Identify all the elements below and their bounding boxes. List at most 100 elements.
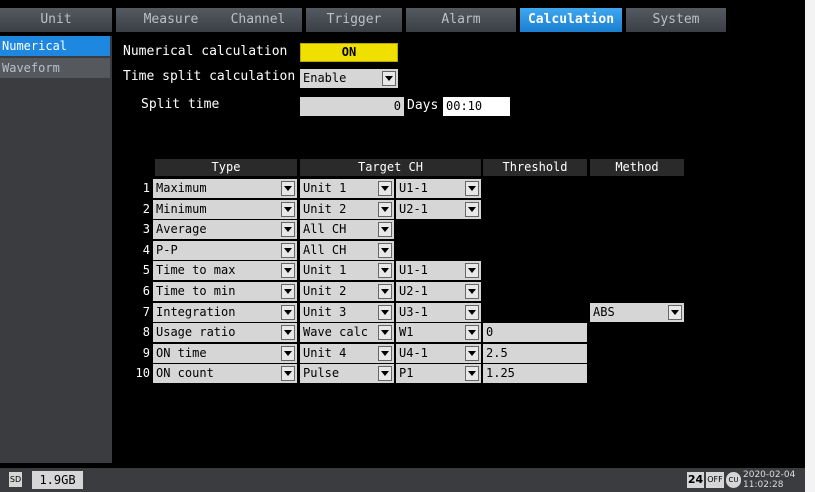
target-unit-select[interactable]: Unit 2	[300, 200, 394, 219]
row-number: 4	[142, 243, 150, 257]
dropdown-arrow-icon[interactable]	[668, 305, 682, 320]
target-unit-select[interactable]: Unit 1	[300, 261, 394, 280]
dropdown-arrow-icon[interactable]	[281, 346, 295, 361]
target-unit-select-value: Unit 2	[303, 202, 347, 216]
dropdown-arrow-icon[interactable]	[281, 325, 295, 340]
target-channel-select[interactable]: P1	[396, 364, 481, 383]
dropdown-arrow-icon[interactable]	[465, 202, 479, 217]
dropdown-arrow-icon[interactable]	[281, 222, 295, 237]
type-select[interactable]: Integration	[153, 303, 297, 322]
tab-channel[interactable]: Channel	[214, 8, 302, 32]
target-channel-select-value: U2-1	[399, 202, 428, 216]
target-unit-select-value: Pulse	[303, 366, 340, 380]
split-time-label: Split time	[141, 97, 220, 112]
dropdown-arrow-icon[interactable]	[281, 181, 295, 196]
target-unit-select[interactable]: Unit 4	[300, 344, 394, 363]
tab-unit[interactable]: Unit	[0, 8, 112, 32]
row-number: 6	[142, 284, 150, 298]
target-unit-select[interactable]: Unit 2	[300, 282, 394, 301]
type-select-value: Time to min	[156, 284, 236, 298]
dropdown-arrow-icon[interactable]	[465, 263, 479, 278]
dropdown-arrow-icon[interactable]	[465, 325, 479, 340]
type-select[interactable]: ON count	[153, 364, 297, 383]
target-unit-select[interactable]: Wave calc	[300, 323, 394, 342]
threshold-field[interactable]: 0	[483, 323, 587, 342]
type-select[interactable]: Time to max	[153, 261, 297, 280]
target-unit-select[interactable]: Unit 3	[300, 303, 394, 322]
dropdown-arrow-icon[interactable]	[465, 181, 479, 196]
dropdown-arrow-icon[interactable]	[378, 222, 392, 237]
date-text: 2020-02-04	[743, 470, 796, 480]
row-number: 1	[142, 181, 150, 195]
type-select-value: Usage ratio	[156, 325, 236, 339]
target-unit-select[interactable]: All CH	[300, 241, 394, 260]
type-select[interactable]: Time to min	[153, 282, 297, 301]
target-channel-select[interactable]: U1-1	[396, 261, 481, 280]
type-select-value: Average	[156, 222, 207, 236]
target-channel-select[interactable]: U1-1	[396, 179, 481, 198]
target-channel-select[interactable]: U2-1	[396, 200, 481, 219]
dropdown-arrow-icon[interactable]	[378, 346, 392, 361]
dropdown-arrow-icon[interactable]	[281, 284, 295, 299]
calculation-settings-panel: Numerical calculation ON Time split calc…	[114, 36, 805, 463]
tab-system[interactable]: System	[626, 8, 726, 32]
target-unit-select[interactable]: All CH	[300, 220, 394, 239]
type-select[interactable]: Usage ratio	[153, 323, 297, 342]
tab-trigger[interactable]: Trigger	[306, 8, 402, 32]
dropdown-arrow-icon[interactable]	[281, 305, 295, 320]
dropdown-arrow-icon[interactable]	[378, 305, 392, 320]
tab-measure[interactable]: Measure	[116, 8, 226, 32]
threshold-field[interactable]: 2.5	[483, 344, 587, 363]
status-bar: SD 1.9GB 24 OFF CU 2020-02-04 11:02:28	[0, 468, 805, 492]
row-number: 5	[142, 263, 150, 277]
numerical-calculation-toggle[interactable]: ON	[300, 43, 398, 62]
dropdown-arrow-icon[interactable]	[378, 202, 392, 217]
dropdown-arrow-icon[interactable]	[378, 243, 392, 258]
dropdown-arrow-icon[interactable]	[465, 366, 479, 381]
target-ch-column-header: Target CH	[300, 159, 481, 176]
dropdown-arrow-icon[interactable]	[465, 284, 479, 299]
dropdown-arrow-icon[interactable]	[281, 366, 295, 381]
target-channel-select[interactable]: U4-1	[396, 344, 481, 363]
split-time-field[interactable]: 00:10	[443, 97, 510, 116]
threshold-column-header: Threshold	[483, 159, 587, 176]
type-select[interactable]: P-P	[153, 241, 297, 260]
target-unit-select-value: Unit 3	[303, 305, 347, 319]
dropdown-arrow-icon[interactable]	[378, 263, 392, 278]
method-select-value: ABS	[593, 305, 615, 319]
dropdown-arrow-icon[interactable]	[378, 181, 392, 196]
type-select[interactable]: ON time	[153, 344, 297, 363]
target-channel-select[interactable]: U2-1	[396, 282, 481, 301]
row-number: 8	[142, 325, 150, 339]
dropdown-arrow-icon[interactable]	[382, 71, 396, 86]
dropdown-arrow-icon[interactable]	[281, 243, 295, 258]
target-unit-select[interactable]: Pulse	[300, 364, 394, 383]
dropdown-arrow-icon[interactable]	[281, 263, 295, 278]
tab-alarm[interactable]: Alarm	[406, 8, 516, 32]
target-channel-select[interactable]: W1	[396, 323, 481, 342]
date-time: 2020-02-04 11:02:28	[743, 470, 795, 490]
sidebar-item-waveform[interactable]: Waveform	[0, 58, 110, 78]
time-text: 11:02:28	[743, 480, 784, 490]
dropdown-arrow-icon[interactable]	[378, 325, 392, 340]
dropdown-arrow-icon[interactable]	[465, 346, 479, 361]
type-select[interactable]: Average	[153, 220, 297, 239]
tab-bar: Unit Measure Channel Trigger Alarm Calcu…	[0, 0, 805, 33]
type-select[interactable]: Maximum	[153, 179, 297, 198]
time-split-calculation-label: Time split calculation	[123, 69, 296, 84]
row-number: 9	[142, 346, 150, 360]
threshold-field[interactable]: 1.25	[483, 364, 587, 383]
dropdown-arrow-icon[interactable]	[378, 366, 392, 381]
sidebar-item-numerical[interactable]: Numerical	[0, 36, 110, 56]
target-unit-select[interactable]: Unit 1	[300, 179, 394, 198]
split-days-field[interactable]: 0	[300, 97, 404, 116]
target-channel-select-value: U1-1	[399, 263, 428, 277]
dropdown-arrow-icon[interactable]	[465, 305, 479, 320]
target-channel-select[interactable]: U3-1	[396, 303, 481, 322]
type-select[interactable]: Minimum	[153, 200, 297, 219]
tab-calculation[interactable]: Calculation	[520, 8, 622, 32]
dropdown-arrow-icon[interactable]	[378, 284, 392, 299]
dropdown-arrow-icon[interactable]	[281, 202, 295, 217]
time-split-select[interactable]: Enable	[300, 69, 398, 88]
method-select[interactable]: ABS	[590, 303, 684, 322]
